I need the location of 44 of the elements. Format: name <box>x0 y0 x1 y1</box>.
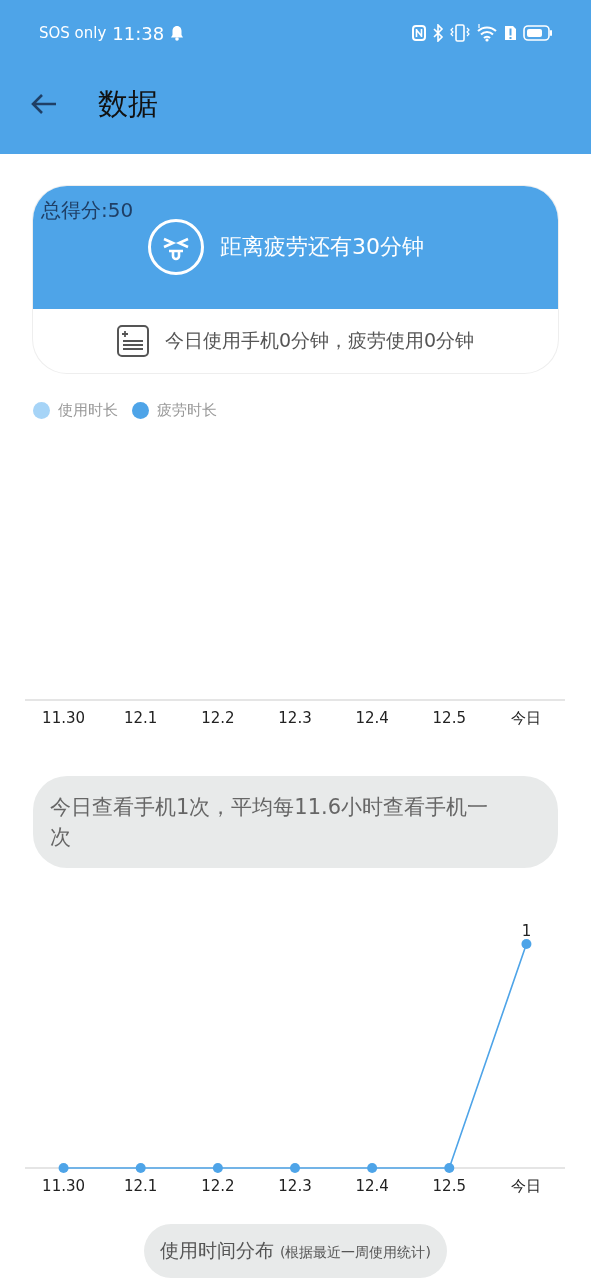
wifi-icon <box>476 24 498 42</box>
data-point <box>367 1163 378 1173</box>
bluetooth-icon <box>432 24 444 42</box>
battery-icon <box>523 25 553 41</box>
alert-sim-icon <box>504 25 517 41</box>
status-time: 11:38 <box>112 22 165 44</box>
axis-label: 12.5 <box>432 709 466 727</box>
list-icon <box>116 325 149 357</box>
axis-label: 12.4 <box>355 1177 389 1195</box>
axis-label: 12.1 <box>124 1177 158 1195</box>
axis-label: 12.1 <box>124 709 158 727</box>
axis-label: 11.30 <box>42 709 86 727</box>
axis-label: 今日 <box>511 1177 542 1195</box>
section-title: 使用时间分布 <box>160 1238 275 1263</box>
carrier-text: SOS only <box>39 24 107 42</box>
vibrate-icon <box>450 24 470 42</box>
data-point <box>212 1163 223 1173</box>
back-button[interactable] <box>30 92 58 116</box>
axis-label: 12.2 <box>201 1177 235 1195</box>
section-note: (根据最近一周使用统计) <box>280 1244 431 1262</box>
nfc-icon <box>412 25 426 41</box>
axis-label: 11.30 <box>42 1177 86 1195</box>
check-summary: 今日查看手机1次，平均每11.6小时查看手机一次 <box>33 776 558 868</box>
axis-label: 12.2 <box>201 709 235 727</box>
data-point <box>135 1163 146 1173</box>
axis-label: 今日 <box>511 709 542 727</box>
bell-icon <box>170 25 185 41</box>
data-label: 1 <box>521 922 532 940</box>
data-point <box>58 1163 69 1173</box>
axis-label: 12.4 <box>355 709 389 727</box>
axis-label: 12.3 <box>278 709 312 727</box>
squinting-face-icon <box>147 218 205 276</box>
data-point <box>521 939 532 949</box>
legend-label: 疲劳时长 <box>157 401 217 420</box>
axis-label: 12.3 <box>278 1177 312 1195</box>
data-point <box>444 1163 455 1173</box>
usage-summary: 今日使用手机0分钟，疲劳使用0分钟 <box>164 328 475 353</box>
fatigue-message: 距离疲劳还有30分钟 <box>220 233 424 261</box>
data-point <box>290 1163 300 1173</box>
axis-label: 12.5 <box>432 1177 466 1195</box>
score-text: 总得分:50 <box>40 197 135 222</box>
page-title: 数据 <box>98 84 158 123</box>
back-arrow-icon <box>30 92 58 116</box>
legend-label: 使用时长 <box>58 401 118 420</box>
